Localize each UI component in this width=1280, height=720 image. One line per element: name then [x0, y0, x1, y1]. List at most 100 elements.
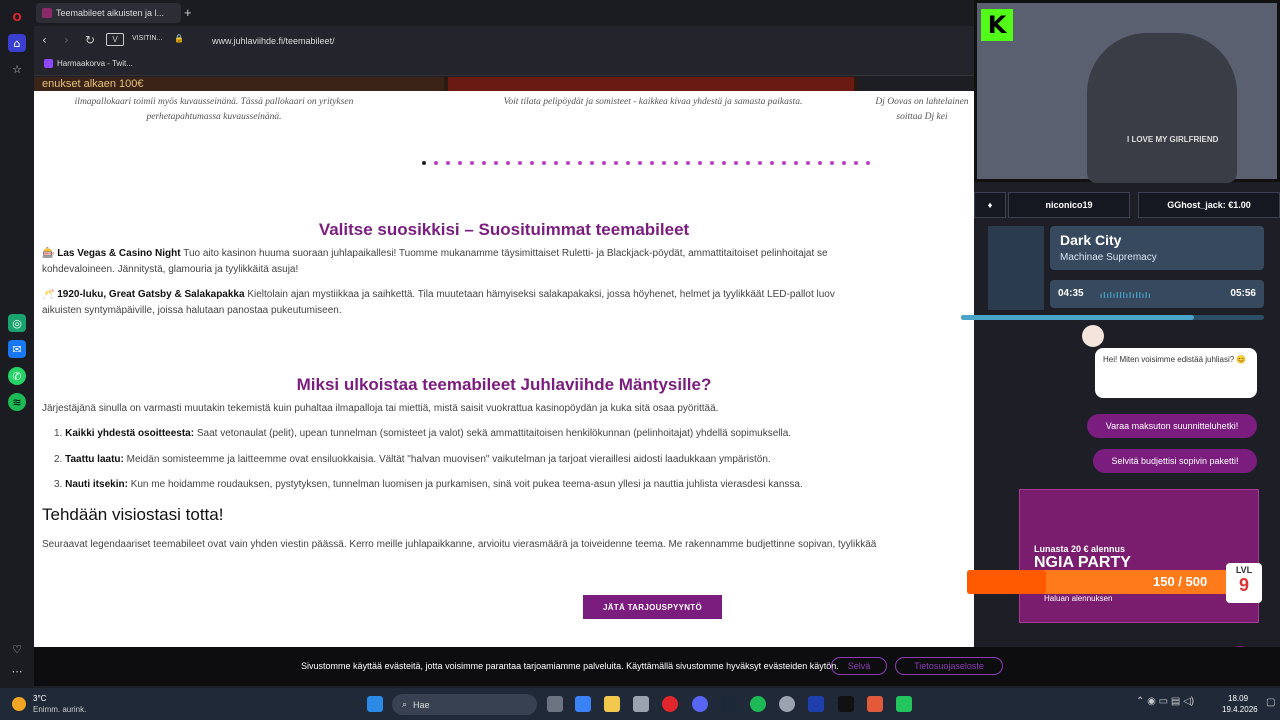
tab-bar: Teemabileet aikuisten ja l... + [34, 0, 980, 26]
heart-icon[interactable]: ♡ [8, 640, 26, 658]
caption-dj: Dj Oovas on lahtelainen soittaa Dj kei [875, 97, 969, 122]
list-item: 1. Kaikki yhdestä osoitteesta: Saat veto… [54, 428, 792, 439]
clock-date: 19.4.2026 [1222, 705, 1258, 714]
chat-chip-budget[interactable]: Selvitä budjettisi sopivin paketti! [1093, 449, 1257, 473]
make-it-real-heading: Tehdään visiostasi totta! [42, 505, 224, 524]
cookie-bar: Sivustomme käyttää evästeitä, jotta vois… [34, 647, 1280, 686]
streamlabs-icon[interactable] [838, 696, 854, 712]
back-button[interactable]: ‹ [42, 33, 47, 47]
theme-item-1920s: 🥂 1920-luku, Great Gatsby & Salakapakka … [42, 287, 835, 319]
site-favicon-icon [42, 8, 52, 18]
app-icon[interactable] [808, 696, 824, 712]
web-page: enukset alkaen 100€ ilmapallokaari toimi… [34, 77, 974, 647]
level-badge: LVL 9 [1226, 563, 1262, 603]
theme-title: 1920-luku, Great Gatsby & Salakapakka [57, 289, 245, 300]
song-timebar: 04:35 ıIıIıIIIıIıIIıIı 05:56 [1050, 280, 1264, 308]
chat-bubble: Hei! Miten voisimme edistää juhliasi? 😊 [1095, 348, 1257, 398]
privacy-policy-button[interactable]: Tietosuojaseloste [895, 657, 1003, 675]
promo-button[interactable]: Haluan alennuksen [1044, 594, 1113, 603]
donation-alert: GGhost_jack: €1.00 [1138, 192, 1280, 218]
theme-text: Tuo aito kasinon huuma suoraan juhlapaik… [183, 248, 828, 259]
url-field[interactable]: www.juhlaviihde.fi/teemabileet/ [212, 32, 712, 49]
album-art [988, 226, 1044, 310]
reload-button[interactable]: ↻ [85, 33, 95, 47]
section-title-why: Miksi ulkoistaa teemabileet Juhlaviihde … [296, 375, 712, 394]
steam-icon[interactable] [721, 696, 737, 712]
cookie-text: Sivustomme käyttää evästeitä, jotta vois… [301, 661, 839, 671]
theme-text-2: aikuisten syntymäpäiville, joissa haluta… [42, 305, 342, 316]
streamer-figure [1087, 33, 1237, 183]
list-item: 3. Nauti itsekin: Kun me hoidamme roudau… [54, 479, 803, 490]
home-icon[interactable]: ⌂ [8, 34, 26, 52]
opera-logo-icon[interactable]: O [8, 8, 26, 26]
caption-balloon: ilmapallokaari toimii myös kuvausseinänä… [74, 97, 354, 122]
tray-icons[interactable]: ⌃ ◉ ▭ ▤ ◁) [1136, 696, 1194, 707]
task-view-icon[interactable] [547, 696, 563, 712]
pinboard-icon[interactable]: ☆ [8, 60, 26, 78]
copilot-icon[interactable] [575, 696, 591, 712]
address-bar: ‹ › ↻ V VISITIN... 🔒 www.juhlaviihde.fi/… [34, 26, 980, 54]
tab-title: Teemabileet aikuisten ja l... [56, 8, 165, 18]
messenger-icon[interactable]: ✉ [8, 340, 26, 358]
closing-text: Seuraavat legendaariset teemabileet ovat… [42, 539, 877, 550]
theme-text: Kieltolain ajan mystiikkaa ja saihkettä.… [247, 289, 835, 300]
chat-chip-consult[interactable]: Varaa maksuton suunnitteluhetki! [1087, 414, 1257, 438]
vpn-badge[interactable]: V [106, 33, 124, 46]
hero-caption: enukset alkaen 100€ [42, 78, 144, 90]
temperature: 3°C [33, 694, 47, 703]
theme-title: Las Vegas & Casino Night [57, 248, 181, 259]
intro-text: Järjestäjänä sinulla on varmasti muutaki… [42, 403, 719, 414]
file-explorer-icon[interactable] [604, 696, 620, 712]
webcam-overlay: K I LOVE MY GIRLFRIEND [974, 0, 1280, 183]
caption-tables: Voit tilata pelipöydät ja somisteet - ka… [503, 97, 803, 107]
taskbar-search[interactable]: ⌕ Hae [392, 694, 537, 715]
theme-item-casino: 🎰 Las Vegas & Casino Night Tuo aito kasi… [42, 246, 828, 278]
url-text: www.juhlaviihde.fi/teemabileet/ [212, 35, 335, 46]
visiting-label: VISITIN... [132, 35, 163, 42]
section-title-favorites: Valitse suosikkisi – Suosituimmat teemab… [318, 220, 690, 239]
carousel-dots[interactable] [422, 161, 870, 165]
xp-text: 150 / 500 [1153, 574, 1208, 589]
song-title: Dark City [1060, 232, 1122, 248]
song-progress-bar [961, 315, 1264, 320]
spotify-taskbar-icon[interactable] [750, 696, 766, 712]
discord-icon[interactable] [692, 696, 708, 712]
cookie-accept-button[interactable]: Selvä [831, 657, 887, 675]
obs-icon[interactable] [779, 696, 795, 712]
chat-avatar [1082, 325, 1104, 347]
promo-card[interactable]: Lunasta 20 € alennus NGIA PARTY Haluan a… [1019, 489, 1259, 623]
bookmarks-bar: Harmaakorva - Twit... [34, 54, 980, 76]
weather-icon [12, 697, 26, 711]
diamond-icon: ♦ [974, 192, 1006, 218]
opera-icon[interactable] [662, 696, 678, 712]
request-quote-button[interactable]: JÄTÄ TARJOUSPYYNTÖ [583, 595, 722, 619]
bookmark-twitch[interactable]: Harmaakorva - Twit... [44, 59, 133, 68]
promo-line1: Lunasta 20 € alennus [1034, 544, 1126, 554]
weather-text: Enimm. aurink. [33, 705, 87, 714]
waveform-icon: ıIıIıIIIıIıIIıIı [1100, 291, 1152, 300]
clock-time: 18.09 [1228, 694, 1249, 703]
list-item: 2. Taattu laatu: Meidän somisteemme ja l… [54, 454, 771, 465]
follower-alert: niconico19 [1008, 192, 1130, 218]
shirt-text: I LOVE MY GIRLFRIEND [1127, 135, 1219, 144]
search-placeholder: Hae [413, 699, 430, 710]
new-tab-button[interactable]: + [184, 5, 192, 20]
theme-text-2: kohdevaloineen. Jännitystä, glamouria ja… [42, 264, 299, 275]
store-icon[interactable] [633, 696, 649, 712]
kick-logo-icon: K [981, 9, 1013, 41]
windows-start-icon[interactable] [367, 696, 383, 712]
notification-icon[interactable]: ▢ [1266, 697, 1275, 708]
chatgpt-icon[interactable]: ◎ [8, 314, 26, 332]
time-total: 05:56 [1230, 288, 1256, 299]
app-icon-green[interactable] [896, 696, 912, 712]
spotify-icon[interactable]: ≋ [8, 393, 26, 411]
browser-sidebar: O ⌂ ☆ ◎ ✉ ✆ ≋ ♡ ⋯ [0, 0, 34, 688]
more-icon[interactable]: ⋯ [8, 662, 26, 680]
whatsapp-icon[interactable]: ✆ [8, 367, 26, 385]
tab-teemabileet[interactable]: Teemabileet aikuisten ja l... [36, 3, 181, 23]
slot-machine-icon: 🎰 [42, 248, 55, 259]
song-artist: Machinae Supremacy [1060, 252, 1157, 263]
app-icon-red[interactable] [867, 696, 883, 712]
forward-button[interactable]: › [64, 33, 69, 47]
hero-image-strip: enukset alkaen 100€ [34, 77, 974, 91]
